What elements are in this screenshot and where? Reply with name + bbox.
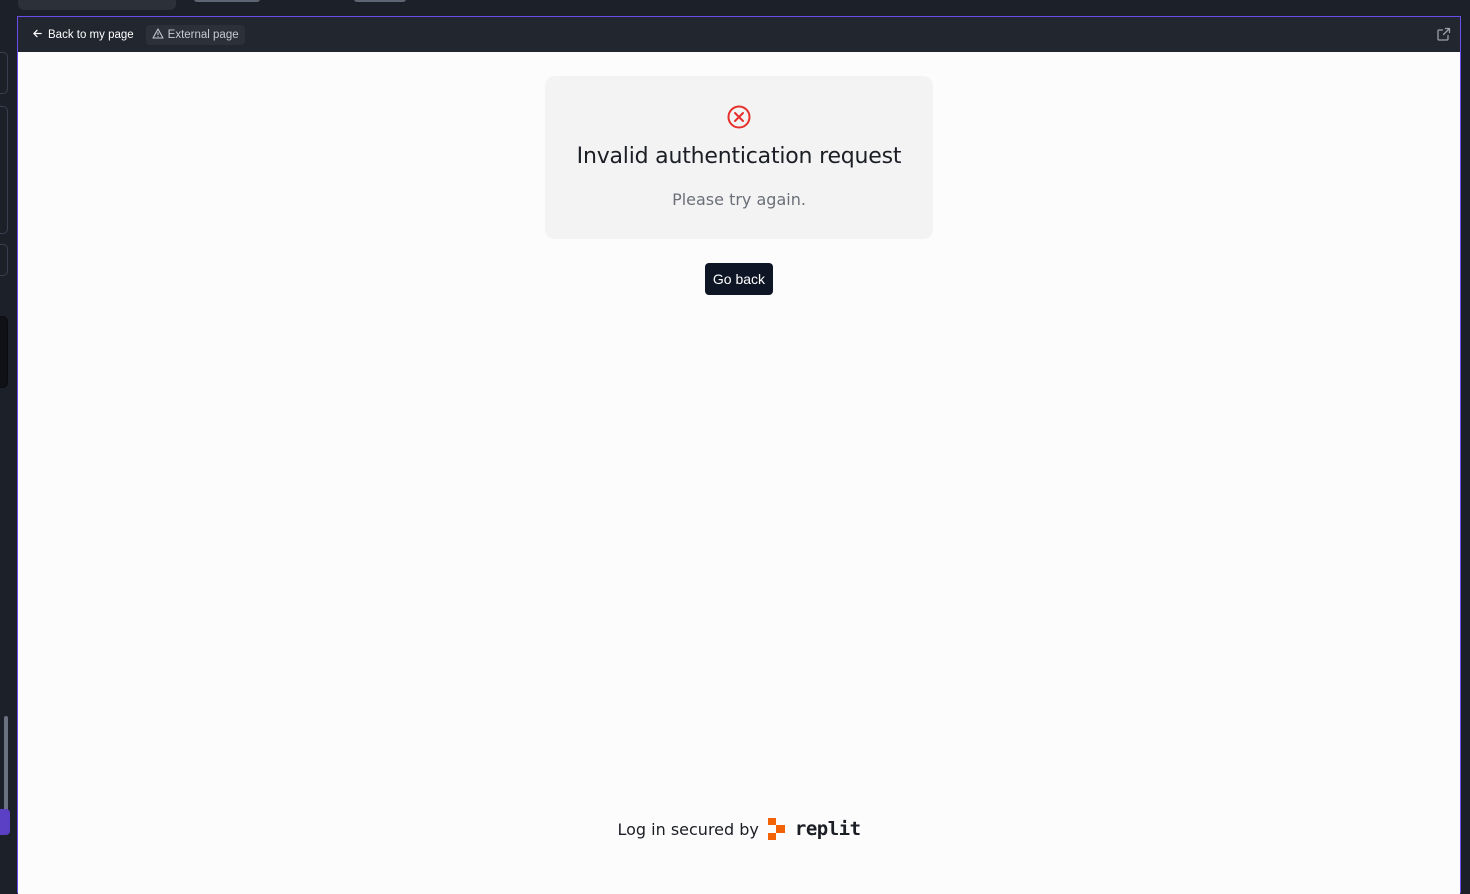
error-card: Invalid authentication request Please tr… bbox=[545, 76, 933, 239]
ide-top-bar bbox=[0, 0, 1470, 16]
back-to-my-page-button[interactable]: Back to my page bbox=[26, 23, 140, 47]
preview-url-bar: Back to my page External page bbox=[18, 17, 1460, 52]
rail-panel bbox=[0, 106, 8, 234]
scrollbar[interactable] bbox=[4, 716, 8, 811]
rail-panel bbox=[0, 244, 8, 276]
replit-wordmark: replit bbox=[794, 818, 861, 840]
rail-tab[interactable] bbox=[0, 809, 10, 835]
warning-icon bbox=[152, 27, 164, 42]
rail-panel bbox=[0, 52, 8, 94]
left-rail bbox=[0, 16, 17, 893]
back-to-my-page-label: Back to my page bbox=[48, 28, 134, 41]
open-in-new-tab-icon[interactable] bbox=[1436, 26, 1452, 42]
preview-pane: Back to my page External page Invalid au… bbox=[17, 16, 1461, 894]
error-title: Invalid authentication request bbox=[576, 144, 902, 169]
external-page-label: External page bbox=[167, 28, 239, 41]
rail-panel bbox=[0, 316, 8, 388]
tab-console[interactable] bbox=[194, 0, 260, 2]
go-back-button[interactable]: Go back bbox=[705, 263, 773, 295]
error-x-circle-icon bbox=[726, 104, 752, 130]
tab-shell[interactable] bbox=[354, 0, 406, 2]
external-page-badge: External page bbox=[145, 24, 245, 45]
arrow-left-icon bbox=[32, 28, 43, 42]
tab-preview[interactable] bbox=[18, 0, 176, 10]
error-subtitle: Please try again. bbox=[672, 190, 806, 209]
replit-logo-icon bbox=[767, 817, 787, 841]
page-content: Invalid authentication request Please tr… bbox=[18, 52, 1460, 894]
secured-by-footer: Log in secured by replit bbox=[18, 814, 1460, 844]
secured-by-text: Log in secured by bbox=[617, 819, 759, 839]
